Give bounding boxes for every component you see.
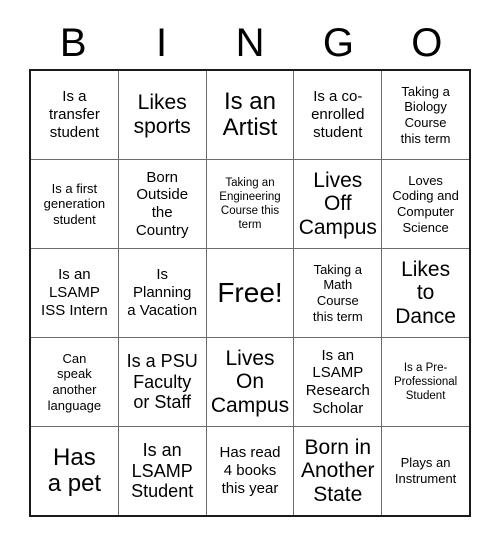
bingo-cell-i2[interactable]: Born Outside the Country [117, 160, 206, 248]
bingo-cell-label: Is an LSAMP ISS Intern [41, 266, 108, 319]
bingo-cell-o5[interactable]: Plays an Instrument [381, 427, 469, 515]
bingo-cell-label: Is an LSAMP Student [131, 440, 194, 502]
bingo-cell-n1[interactable]: Is an Artist [205, 71, 294, 159]
bingo-cell-o4[interactable]: Is a Pre- Professional Student [381, 338, 469, 426]
bingo-header-letter-b: B [59, 21, 87, 65]
bingo-cell-label: Can speak another language [47, 350, 102, 413]
bingo-cell-b3[interactable]: Is an LSAMP ISS Intern [31, 249, 118, 337]
bingo-cell-label: Born in Another State [301, 435, 375, 506]
bingo-cell-label: Taking a Biology Course this term [400, 83, 451, 146]
bingo-cell-o2[interactable]: Loves Coding and Computer Science [381, 160, 469, 248]
bingo-cell-label: Lives On Campus [210, 346, 290, 417]
bingo-header-letter-n: N [235, 21, 265, 65]
bingo-cell-label: Has read 4 books this year [219, 444, 281, 497]
bingo-header-letter-o: O [411, 21, 443, 65]
bingo-cell-n4[interactable]: Lives On Campus [205, 338, 294, 426]
bingo-cell-label: Born Outside the Country [135, 168, 189, 239]
bingo-cell-b1[interactable]: Is a transfer student [31, 71, 118, 159]
bingo-cell-label: Loves Coding and Computer Science [392, 172, 459, 235]
bingo-cell-label: Is an LSAMP Research Scholar [305, 346, 370, 417]
bingo-cell-label: Likes to Dance [395, 257, 456, 328]
bingo-card: B I N G O Is a transfer student Likes sp… [0, 0, 500, 544]
bingo-cell-label: Is a Pre- Professional Student [393, 361, 458, 402]
bingo-cell-g4[interactable]: Is an LSAMP Research Scholar [293, 338, 382, 426]
bingo-cell-label: Is a PSU Faculty or Staff [126, 351, 198, 413]
bingo-header-letter-g: G [322, 21, 354, 65]
bingo-cell-g5[interactable]: Born in Another State [293, 427, 382, 515]
bingo-cell-i4[interactable]: Is a PSU Faculty or Staff [117, 338, 206, 426]
bingo-cell-i3[interactable]: Is Planning a Vacation [117, 249, 206, 337]
bingo-cell-label: Plays an Instrument [394, 455, 457, 486]
bingo-row: Is a transfer student Likes sports Is an… [31, 71, 469, 159]
bingo-row: Is a first generation student Born Outsi… [31, 159, 469, 248]
bingo-cell-label: Lives Off Campus [298, 168, 377, 239]
bingo-cell-n5[interactable]: Has read 4 books this year [205, 427, 294, 515]
bingo-cell-b5[interactable]: Has a pet [31, 427, 118, 515]
bingo-row: Has a pet Is an LSAMP Student Has read 4… [31, 426, 469, 515]
bingo-cell-o3[interactable]: Likes to Dance [381, 249, 469, 337]
bingo-cell-label: Has a pet [47, 443, 102, 497]
bingo-cell-b2[interactable]: Is a first generation student [31, 160, 118, 248]
bingo-cell-g1[interactable]: Is a co- enrolled student [293, 71, 382, 159]
bingo-cell-free-space[interactable]: Free! [205, 249, 294, 337]
bingo-free-label: Free! [217, 276, 283, 308]
bingo-cell-i1[interactable]: Likes sports [117, 71, 206, 159]
bingo-grid: Is a transfer student Likes sports Is an… [29, 69, 471, 517]
bingo-cell-n2[interactable]: Taking an Engineering Course this term [205, 160, 294, 248]
bingo-row: Can speak another language Is a PSU Facu… [31, 337, 469, 426]
bingo-header-letter-i: I [156, 21, 168, 65]
bingo-cell-label: Taking an Engineering Course this term [219, 176, 281, 232]
bingo-row: Is an LSAMP ISS Intern Is Planning a Vac… [31, 248, 469, 337]
bingo-cell-g3[interactable]: Taking a Math Course this term [293, 249, 382, 337]
bingo-cell-label: Is a first generation student [43, 180, 106, 227]
bingo-cell-label: Is Planning a Vacation [127, 266, 198, 319]
bingo-cell-label: Is a transfer student [48, 88, 100, 141]
bingo-cell-label: Likes sports [133, 91, 191, 138]
bingo-header-row: B I N G O [29, 18, 471, 68]
bingo-cell-label: Is a co- enrolled student [311, 88, 365, 141]
bingo-cell-label: Is an Artist [222, 87, 278, 141]
bingo-cell-b4[interactable]: Can speak another language [31, 338, 118, 426]
bingo-cell-o1[interactable]: Taking a Biology Course this term [381, 71, 469, 159]
bingo-cell-i5[interactable]: Is an LSAMP Student [117, 427, 206, 515]
bingo-cell-label: Taking a Math Course this term [312, 261, 363, 324]
bingo-cell-g2[interactable]: Lives Off Campus [293, 160, 382, 248]
